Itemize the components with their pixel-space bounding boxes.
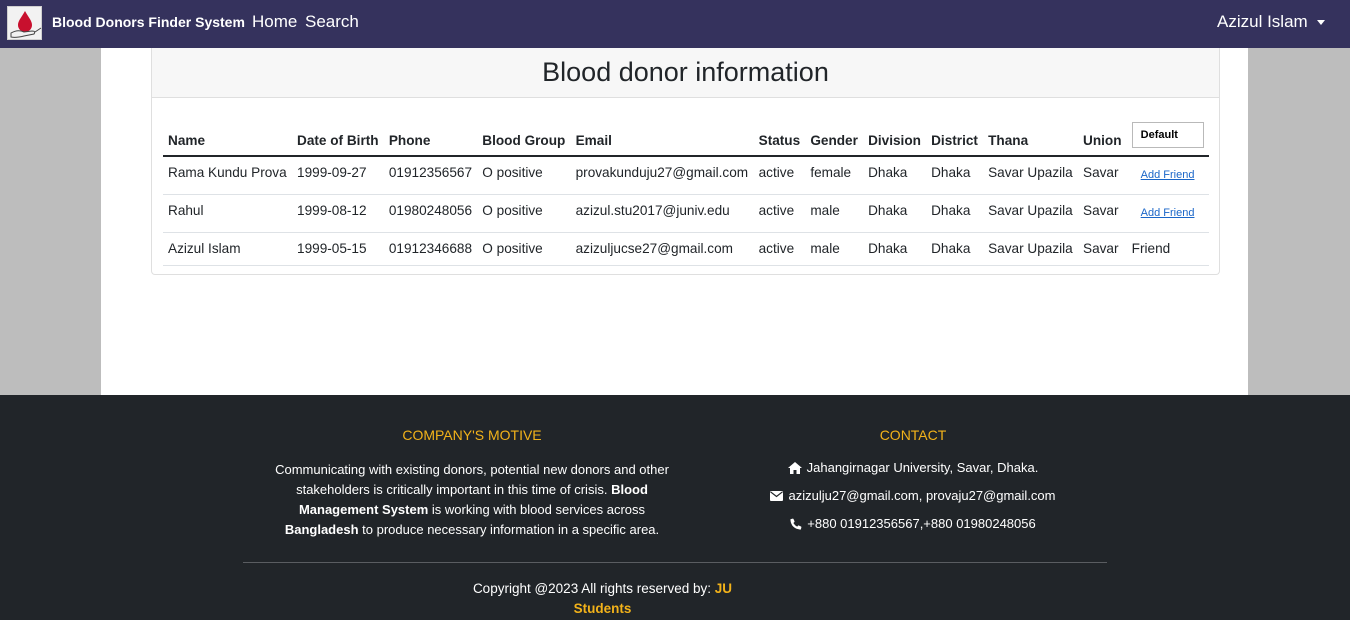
phone-icon [790,518,802,530]
cell-division: Dhaka [863,194,927,233]
main-container: Blood donor information Name Date of Bir… [101,48,1248,395]
cell-status: active [753,232,806,266]
cell-dob: 1999-08-12 [292,194,384,233]
user-menu-dropdown[interactable]: Azizul Islam [1217,12,1325,32]
col-district: District [926,113,984,157]
contact-section: CONTACT Jahangirnagar University, Savar,… [713,427,1113,544]
page-title: Blood donor information [542,57,829,87]
cell-phone: 01980248056 [383,194,478,233]
col-phone: Phone [383,113,478,157]
chevron-down-icon [1316,19,1325,25]
contact-phone: +880 01912356567,+880 01980248056 [713,516,1113,531]
cell-district: Dhaka [926,232,984,266]
col-email: Email [570,113,754,157]
motive-text-part: Communicating with existing donors, pote… [275,462,669,497]
copyright-text: Copyright @2023 All rights reserved by: … [470,579,735,619]
envelope-icon [770,490,784,501]
col-filter: Default [1126,113,1209,157]
table-row: Rama Kundu Prova 1999-09-27 01912356567 … [163,156,1209,195]
col-division: Division [863,113,927,157]
donor-table: Name Date of Birth Phone Blood Group Ema… [163,113,1209,266]
phone-text: +880 01912356567,+880 01980248056 [807,516,1036,531]
col-name: Name [163,113,293,157]
cell-name: Rahul [163,194,293,233]
table-row: Rahul 1999-08-12 01980248056 O positive … [163,194,1209,233]
cell-dob: 1999-05-15 [292,232,384,266]
col-dob: Date of Birth [292,113,384,157]
cell-union: Savar [1078,232,1127,266]
cell-email: azizul.stu2017@juniv.edu [570,194,754,233]
copyright-label: Copyright @2023 All rights reserved by: [472,581,712,596]
cell-thana: Savar Upazila [983,156,1078,195]
friend-status: Friend [1131,241,1171,256]
cell-division: Dhaka [863,232,927,266]
motive-text-part: to produce necessary information in a sp… [362,522,660,537]
motive-text: Communicating with existing donors, pote… [262,460,682,540]
cell-action: Friend [1126,232,1209,266]
cell-blood-group: O positive [477,156,571,195]
cell-gender: male [805,194,864,233]
col-status: Status [753,113,806,157]
cell-name: Rama Kundu Prova [163,156,293,195]
cell-email: azizuljucse27@gmail.com [570,232,754,266]
address-text: Jahangirnagar University, Savar, Dhaka. [806,460,1039,475]
cell-blood-group: O positive [477,194,571,233]
cell-phone: 01912346688 [383,232,478,266]
contact-address: Jahangirnagar University, Savar, Dhaka. [713,460,1113,475]
add-friend-link[interactable]: Add Friend [1141,169,1195,181]
footer: COMPANY'S MOTIVE Communicating with exis… [0,395,1350,620]
card-header: Blood donor information [152,48,1219,98]
motive-heading: COMPANY'S MOTIVE [402,427,542,443]
cell-status: active [753,156,806,195]
cell-dob: 1999-09-27 [292,156,384,195]
table-header-row: Name Date of Birth Phone Blood Group Ema… [163,113,1209,157]
cell-district: Dhaka [926,156,984,195]
cell-blood-group: O positive [477,232,571,266]
cell-district: Dhaka [926,194,984,233]
cell-thana: Savar Upazila [983,194,1078,233]
cell-name: Azizul Islam [163,232,293,266]
donor-card: Blood donor information Name Date of Bir… [151,48,1220,275]
nav-home-link[interactable]: Home [252,12,297,32]
contact-heading: CONTACT [879,427,947,443]
footer-divider [243,562,1107,563]
top-navbar: Blood Donors Finder System Home Search A… [0,0,1350,48]
cell-union: Savar [1078,194,1127,233]
nav-search-link[interactable]: Search [305,12,359,32]
cell-action: Add Friend [1126,156,1209,195]
cell-thana: Savar Upazila [983,232,1078,266]
cell-action: Add Friend [1126,194,1209,233]
col-union: Union [1078,113,1127,157]
filter-select[interactable]: Default [1131,122,1204,148]
cell-phone: 01912356567 [383,156,478,195]
add-friend-link[interactable]: Add Friend [1141,207,1195,219]
cell-gender: male [805,232,864,266]
company-motive-section: COMPANY'S MOTIVE Communicating with exis… [262,427,682,540]
user-name: Azizul Islam [1217,12,1308,31]
motive-bold-part: Bangladesh [284,522,359,537]
col-thana: Thana [983,113,1078,157]
cell-union: Savar [1078,156,1127,195]
col-gender: Gender [805,113,864,157]
home-icon [787,461,802,474]
motive-text-part: is working with blood services across [431,502,646,517]
table-row: Azizul Islam 1999-05-15 01912346688 O po… [163,232,1209,266]
cell-gender: female [805,156,864,195]
col-blood-group: Blood Group [477,113,571,157]
brand-title[interactable]: Blood Donors Finder System [52,14,245,30]
blood-drop-logo-icon[interactable] [7,6,42,40]
contact-email: azizulju27@gmail.com, provaju27@gmail.co… [713,488,1113,503]
cell-email: provakunduju27@gmail.com [570,156,754,195]
cell-status: active [753,194,806,233]
cell-division: Dhaka [863,156,927,195]
email-text: azizulju27@gmail.com, provaju27@gmail.co… [788,488,1056,503]
